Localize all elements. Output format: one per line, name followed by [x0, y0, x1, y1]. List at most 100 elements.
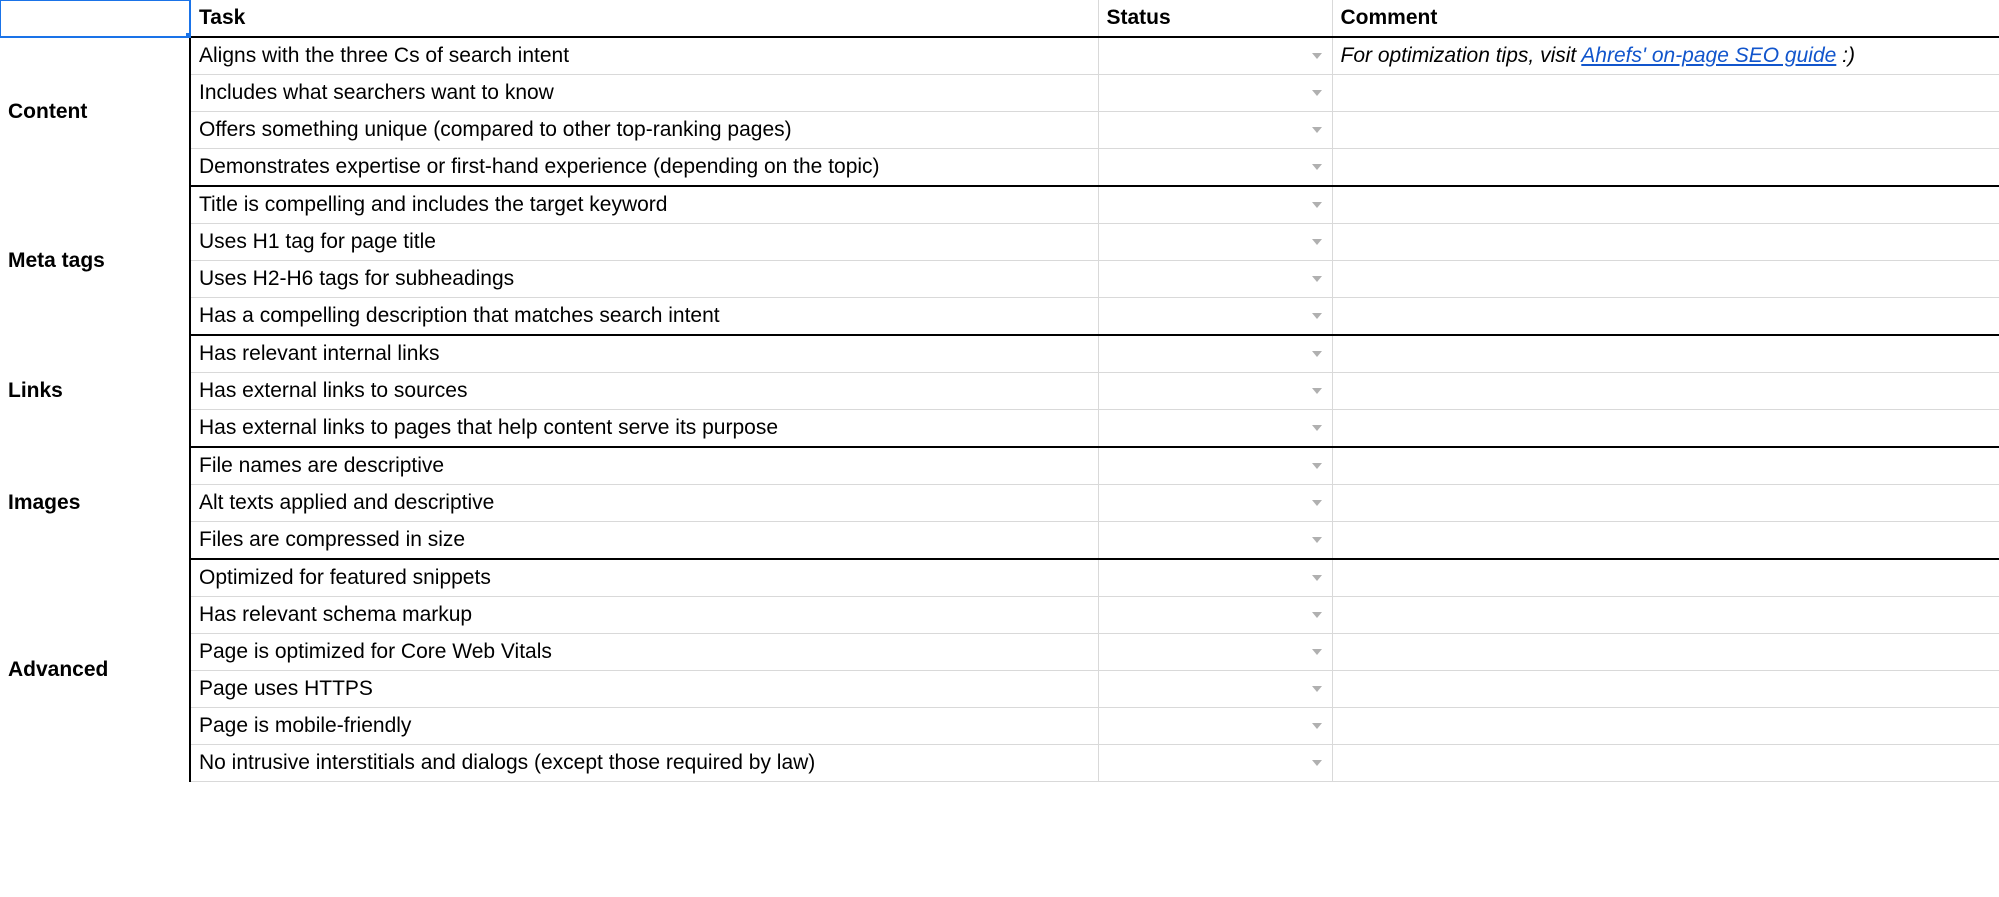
comment-cell[interactable]: [1332, 224, 1999, 261]
comment-cell[interactable]: [1332, 745, 1999, 782]
header-task-cell[interactable]: Task: [190, 0, 1098, 37]
comment-cell[interactable]: [1332, 186, 1999, 224]
status-dropdown-cell[interactable]: [1098, 261, 1332, 298]
table-row: ImagesFile names are descriptive: [0, 447, 1999, 485]
comment-cell[interactable]: [1332, 149, 1999, 187]
status-dropdown-cell[interactable]: [1098, 671, 1332, 708]
comment-cell[interactable]: [1332, 112, 1999, 149]
comment-text-suffix: :): [1836, 44, 1855, 67]
chevron-down-icon[interactable]: [1312, 723, 1322, 729]
status-dropdown-cell[interactable]: [1098, 112, 1332, 149]
comment-cell[interactable]: [1332, 559, 1999, 597]
chevron-down-icon[interactable]: [1312, 425, 1322, 431]
status-dropdown-cell[interactable]: [1098, 447, 1332, 485]
chevron-down-icon[interactable]: [1312, 575, 1322, 581]
chevron-down-icon[interactable]: [1312, 388, 1322, 394]
chevron-down-icon[interactable]: [1312, 90, 1322, 96]
task-cell[interactable]: Has relevant internal links: [190, 335, 1098, 373]
status-dropdown-cell[interactable]: [1098, 745, 1332, 782]
chevron-down-icon[interactable]: [1312, 686, 1322, 692]
comment-cell[interactable]: [1332, 410, 1999, 448]
status-dropdown-cell[interactable]: [1098, 708, 1332, 745]
status-dropdown-cell[interactable]: [1098, 75, 1332, 112]
status-dropdown-cell[interactable]: [1098, 522, 1332, 560]
comment-cell[interactable]: [1332, 447, 1999, 485]
comment-cell[interactable]: [1332, 335, 1999, 373]
task-cell[interactable]: Title is compelling and includes the tar…: [190, 186, 1098, 224]
chevron-down-icon[interactable]: [1312, 351, 1322, 357]
comment-link[interactable]: Ahrefs' on-page SEO guide: [1581, 44, 1836, 67]
chevron-down-icon[interactable]: [1312, 239, 1322, 245]
task-cell[interactable]: Uses H2-H6 tags for subheadings: [190, 261, 1098, 298]
status-dropdown-cell[interactable]: [1098, 186, 1332, 224]
task-cell[interactable]: Uses H1 tag for page title: [190, 224, 1098, 261]
table-row: Has relevant schema markup: [0, 597, 1999, 634]
task-cell[interactable]: No intrusive interstitials and dialogs (…: [190, 745, 1098, 782]
chevron-down-icon[interactable]: [1312, 537, 1322, 543]
comment-cell[interactable]: [1332, 522, 1999, 560]
category-cell[interactable]: Content: [0, 37, 190, 186]
chevron-down-icon[interactable]: [1312, 500, 1322, 506]
task-cell[interactable]: Offers something unique (compared to oth…: [190, 112, 1098, 149]
chevron-down-icon[interactable]: [1312, 463, 1322, 469]
header-row: Task Status Comment: [0, 0, 1999, 37]
chevron-down-icon[interactable]: [1312, 612, 1322, 618]
task-cell[interactable]: Page uses HTTPS: [190, 671, 1098, 708]
chevron-down-icon[interactable]: [1312, 164, 1322, 170]
task-cell[interactable]: File names are descriptive: [190, 447, 1098, 485]
chevron-down-icon[interactable]: [1312, 53, 1322, 59]
task-cell[interactable]: Page is optimized for Core Web Vitals: [190, 634, 1098, 671]
status-dropdown-cell[interactable]: [1098, 634, 1332, 671]
chevron-down-icon[interactable]: [1312, 649, 1322, 655]
table-row: Page is mobile-friendly: [0, 708, 1999, 745]
comment-cell[interactable]: [1332, 261, 1999, 298]
task-cell[interactable]: Aligns with the three Cs of search inten…: [190, 37, 1098, 75]
comment-cell[interactable]: [1332, 708, 1999, 745]
category-cell[interactable]: Links: [0, 335, 190, 447]
status-dropdown-cell[interactable]: [1098, 298, 1332, 336]
task-cell[interactable]: Includes what searchers want to know: [190, 75, 1098, 112]
comment-cell[interactable]: [1332, 373, 1999, 410]
table-row: Page is optimized for Core Web Vitals: [0, 634, 1999, 671]
table-row: Includes what searchers want to know: [0, 75, 1999, 112]
chevron-down-icon[interactable]: [1312, 760, 1322, 766]
category-cell[interactable]: Advanced: [0, 559, 190, 782]
task-cell[interactable]: Has a compelling description that matche…: [190, 298, 1098, 336]
table-row: Files are compressed in size: [0, 522, 1999, 560]
task-cell[interactable]: Page is mobile-friendly: [190, 708, 1098, 745]
comment-cell[interactable]: [1332, 634, 1999, 671]
status-dropdown-cell[interactable]: [1098, 149, 1332, 187]
task-cell[interactable]: Optimized for featured snippets: [190, 559, 1098, 597]
chevron-down-icon[interactable]: [1312, 276, 1322, 282]
chevron-down-icon[interactable]: [1312, 202, 1322, 208]
status-dropdown-cell[interactable]: [1098, 597, 1332, 634]
comment-cell[interactable]: For optimization tips, visit Ahrefs' on-…: [1332, 37, 1999, 75]
category-cell[interactable]: Meta tags: [0, 186, 190, 335]
category-cell[interactable]: Images: [0, 447, 190, 559]
status-dropdown-cell[interactable]: [1098, 335, 1332, 373]
task-cell[interactable]: Has external links to pages that help co…: [190, 410, 1098, 448]
task-cell[interactable]: Files are compressed in size: [190, 522, 1098, 560]
comment-cell[interactable]: [1332, 597, 1999, 634]
header-status-cell[interactable]: Status: [1098, 0, 1332, 37]
comment-cell[interactable]: [1332, 75, 1999, 112]
header-category-cell[interactable]: [0, 0, 190, 37]
task-cell[interactable]: Alt texts applied and descriptive: [190, 485, 1098, 522]
task-cell[interactable]: Has relevant schema markup: [190, 597, 1098, 634]
table-row: Has external links to sources: [0, 373, 1999, 410]
status-dropdown-cell[interactable]: [1098, 559, 1332, 597]
task-cell[interactable]: Demonstrates expertise or first-hand exp…: [190, 149, 1098, 187]
status-dropdown-cell[interactable]: [1098, 224, 1332, 261]
comment-cell[interactable]: [1332, 671, 1999, 708]
status-dropdown-cell[interactable]: [1098, 410, 1332, 448]
status-dropdown-cell[interactable]: [1098, 373, 1332, 410]
comment-cell[interactable]: [1332, 485, 1999, 522]
comment-cell[interactable]: [1332, 298, 1999, 336]
table-row: ContentAligns with the three Cs of searc…: [0, 37, 1999, 75]
task-cell[interactable]: Has external links to sources: [190, 373, 1098, 410]
header-comment-cell[interactable]: Comment: [1332, 0, 1999, 37]
status-dropdown-cell[interactable]: [1098, 485, 1332, 522]
chevron-down-icon[interactable]: [1312, 127, 1322, 133]
status-dropdown-cell[interactable]: [1098, 37, 1332, 75]
chevron-down-icon[interactable]: [1312, 313, 1322, 319]
